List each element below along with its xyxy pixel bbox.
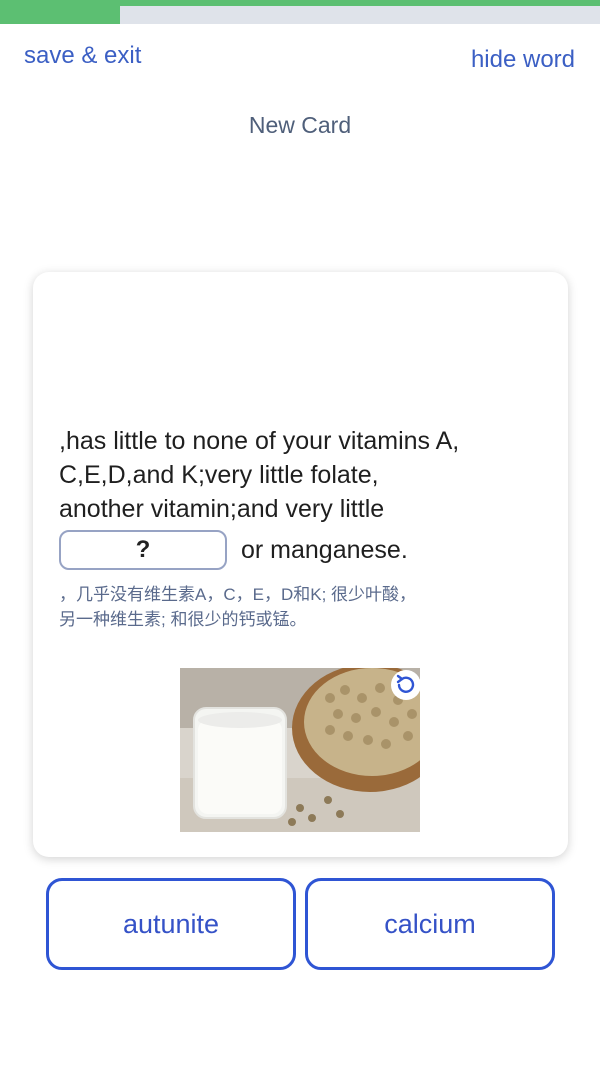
page-title: New Card bbox=[248, 112, 352, 138]
sentence: ,has little to none of your vitamins A, … bbox=[59, 424, 539, 570]
card-image bbox=[180, 668, 420, 832]
progress-fill bbox=[0, 0, 120, 24]
answer-blank[interactable]: ? bbox=[59, 530, 227, 570]
sentence-line: another vitamin;and very little bbox=[59, 495, 385, 523]
choice-button-autunite[interactable]: autunite bbox=[46, 878, 296, 970]
save-exit-link[interactable]: save & exit bbox=[24, 42, 141, 70]
soy-milk-illustration bbox=[180, 668, 420, 832]
sentence-line: C,E,D,and K;very little folate, bbox=[59, 461, 379, 489]
hide-word-link[interactable]: hide word bbox=[471, 46, 575, 74]
refresh-icon[interactable] bbox=[389, 668, 423, 702]
sentence-line: ,has little to none of your vitamins A, bbox=[59, 427, 460, 455]
choice-button-calcium[interactable]: calcium bbox=[305, 878, 555, 970]
translation: ，几乎没有维生素A，C，E，D和K; 很少叶酸， 另一种维生素; 和很少的钙或锰… bbox=[59, 582, 539, 632]
flashcard: ,has little to none of your vitamins A, … bbox=[33, 272, 568, 857]
progress-bar bbox=[0, 0, 600, 24]
sentence-blank-line: ? or manganese. bbox=[59, 530, 539, 570]
translation-line: ，几乎没有维生素A，C，E，D和K; 很少叶酸， bbox=[59, 585, 417, 604]
translation-line: 另一种维生素; 和很少的钙或锰。 bbox=[59, 610, 307, 629]
sentence-end: or manganese. bbox=[241, 536, 408, 564]
